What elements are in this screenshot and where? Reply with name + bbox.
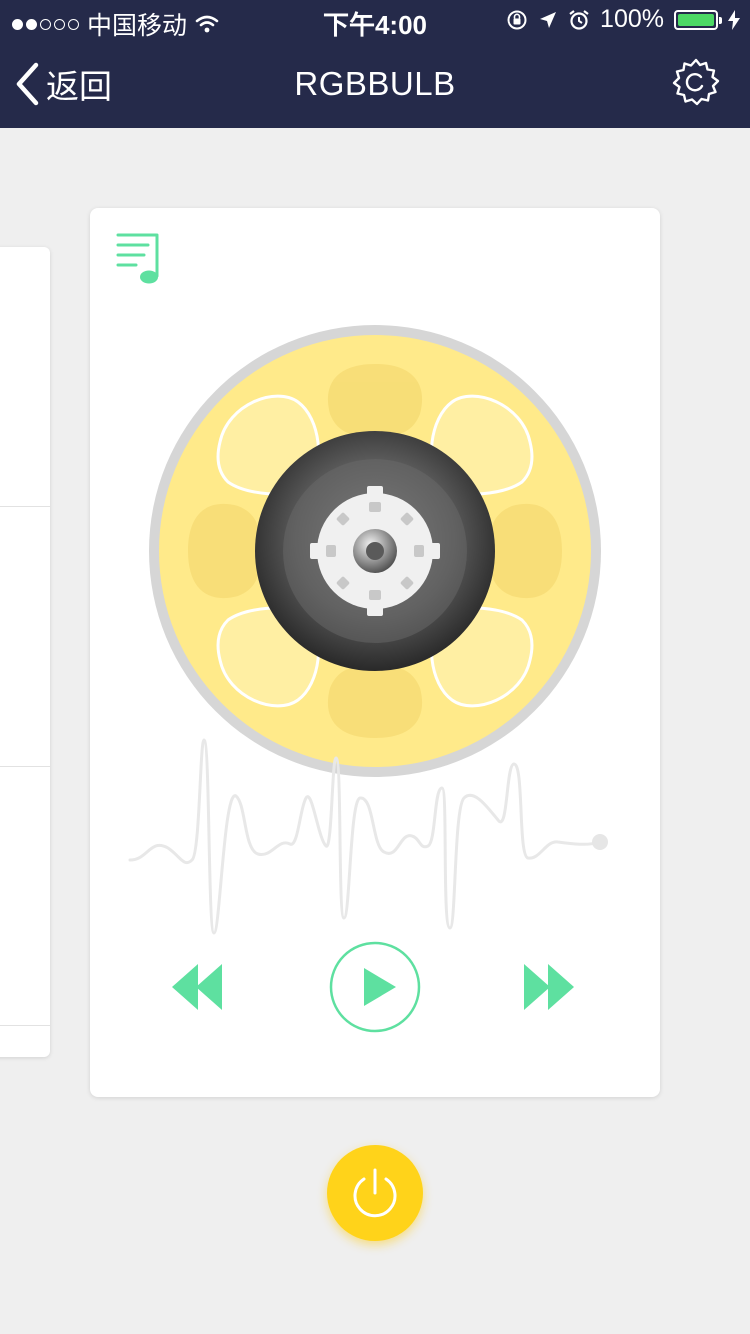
fast-forward-icon[interactable] — [520, 962, 580, 1012]
header: 中国移动 下午4:00 100% 返回 RGBBULB — [0, 0, 750, 128]
audio-waveform — [128, 738, 608, 935]
previous-mode-card[interactable] — [0, 247, 50, 1057]
rewind-icon[interactable] — [170, 962, 230, 1012]
play-button[interactable] — [328, 940, 422, 1034]
nav-bar: 返回 RGBBULB — [0, 40, 750, 128]
divider — [0, 766, 50, 767]
playback-controls — [90, 940, 660, 1036]
record-disc — [149, 325, 601, 777]
battery-icon — [674, 9, 722, 30]
status-bar: 中国移动 下午4:00 100% — [0, 0, 750, 40]
battery-percent: 100% — [600, 5, 664, 33]
divider — [0, 506, 50, 507]
power-icon — [353, 1168, 397, 1218]
rotation-lock-icon — [507, 10, 527, 29]
location-arrow-icon — [540, 11, 557, 28]
alarm-icon — [569, 9, 589, 30]
power-button[interactable] — [327, 1145, 423, 1241]
music-mode-card — [90, 208, 660, 1097]
page-title: RGBBULB — [294, 65, 456, 102]
divider — [0, 1025, 50, 1026]
music-playlist-icon[interactable] — [116, 232, 164, 284]
charging-bolt-icon — [728, 9, 740, 30]
play-icon — [364, 968, 396, 1006]
gear-icon[interactable] — [672, 58, 720, 106]
